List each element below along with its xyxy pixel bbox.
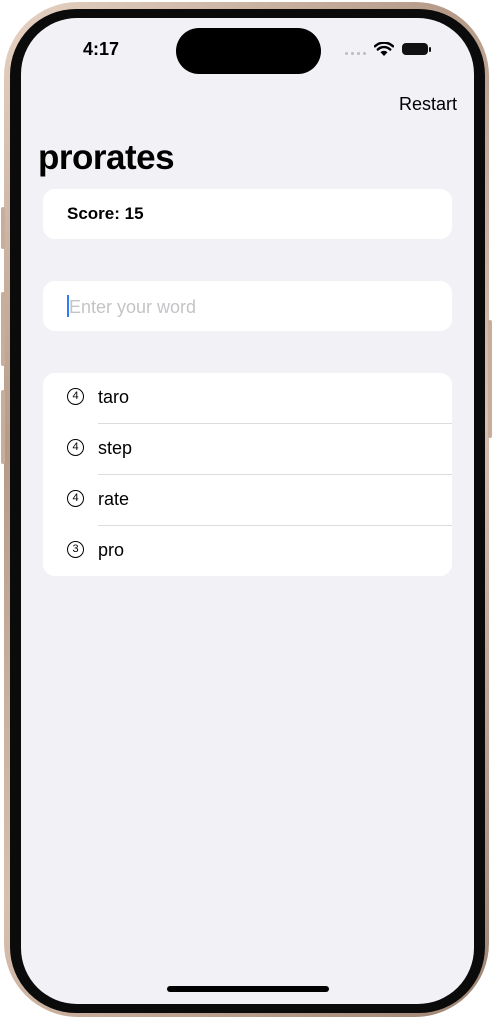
side-button-volume-down [1, 390, 5, 464]
cellular-signal-icon [345, 43, 366, 55]
word-input[interactable] [67, 293, 431, 321]
score-label: Score: 15 [67, 204, 144, 223]
used-words-list: 4 taro 4 step 4 rate 3 pro [43, 373, 452, 576]
restart-button[interactable]: Restart [399, 94, 457, 115]
status-time: 4:17 [83, 39, 120, 59]
dynamic-island [176, 28, 321, 74]
page-title: prorates [38, 138, 175, 177]
list-item[interactable]: 3 pro [43, 526, 452, 577]
word-input-card[interactable] [43, 281, 452, 331]
status-icons [345, 40, 431, 58]
wifi-icon [374, 41, 394, 56]
letter-count-circle-icon: 4 [67, 388, 84, 405]
battery-icon [402, 43, 431, 55]
side-button-action [1, 207, 5, 249]
letter-count-circle-icon: 3 [67, 541, 84, 558]
letter-count-circle-icon: 4 [67, 490, 84, 507]
text-caret [67, 295, 69, 317]
side-button-power [488, 320, 492, 438]
screen: 4:17 Restart prorates Score: 15 4 taro 4… [21, 18, 474, 1004]
list-item-word: step [98, 438, 133, 458]
list-item[interactable]: 4 taro [43, 373, 452, 424]
list-item[interactable]: 4 rate [43, 475, 452, 526]
list-item-word: taro [98, 387, 130, 407]
letter-count-circle-icon: 4 [67, 439, 84, 456]
side-button-volume-up [1, 292, 5, 366]
home-indicator[interactable] [167, 986, 329, 992]
score-card: Score: 15 [43, 189, 452, 239]
list-item-word: rate [98, 489, 130, 509]
list-item-word: pro [98, 540, 125, 560]
list-item[interactable]: 4 step [43, 424, 452, 475]
